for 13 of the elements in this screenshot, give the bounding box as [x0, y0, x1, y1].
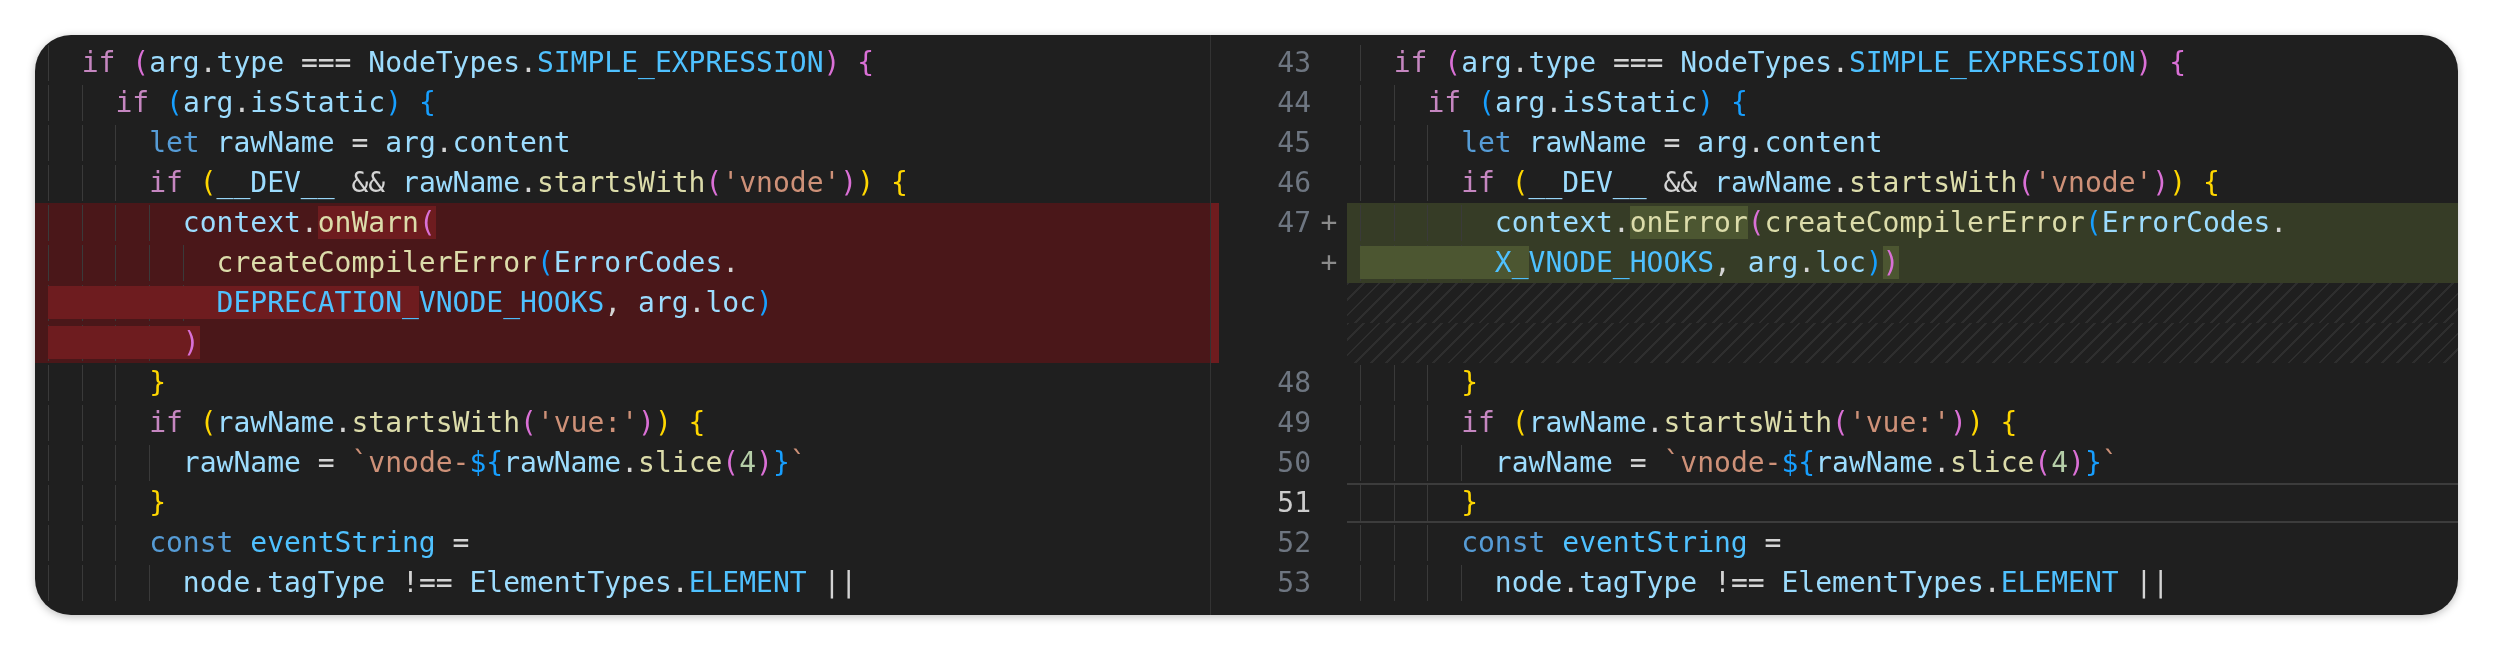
line-number: 49 — [1277, 406, 1311, 439]
line-number: 48 — [1277, 366, 1311, 399]
line-number: 47 — [1277, 206, 1311, 239]
line-number: 45 — [1277, 126, 1311, 159]
line-number: 44 — [1277, 86, 1311, 119]
line-number: 43 — [1277, 46, 1311, 79]
added-line-marker: + — [1320, 206, 1338, 239]
line-number: 50 — [1277, 446, 1311, 479]
line-number: 52 — [1277, 526, 1311, 559]
line-number: 51 — [1277, 486, 1311, 519]
added-line-marker: + — [1320, 246, 1338, 279]
line-number: 53 — [1277, 566, 1311, 599]
line-number: 46 — [1277, 166, 1311, 199]
